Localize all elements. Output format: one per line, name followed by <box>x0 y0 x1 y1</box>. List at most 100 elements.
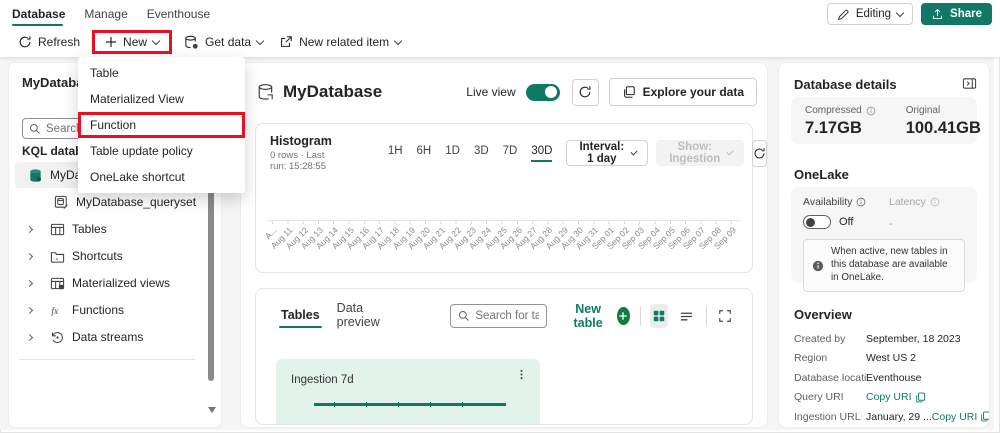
table-search-input[interactable] <box>475 310 540 322</box>
add-table-icon <box>616 307 630 325</box>
sidebar-item-label: Data streams <box>72 330 144 344</box>
copy-uri-link[interactable]: Copy URI <box>932 411 989 423</box>
chevron-right-icon[interactable] <box>25 333 34 341</box>
sidebar-item-data-streams[interactable]: Data streams <box>15 324 207 350</box>
collapse-panel-icon[interactable] <box>962 76 977 91</box>
tab-manage[interactable]: Manage <box>84 0 127 27</box>
fullscreen-button[interactable] <box>716 304 734 328</box>
availability-toggle[interactable] <box>803 215 831 229</box>
new-related-item-button[interactable]: New related item <box>271 30 409 54</box>
divider <box>705 306 707 326</box>
overview-row-label: Created by <box>794 332 846 345</box>
new-button-highlight: New <box>92 30 173 54</box>
overview-row-label: Query URI <box>794 391 844 404</box>
explore-your-data-button[interactable]: Explore your data <box>608 78 757 106</box>
app-window: Database Manage Eventhouse Editing Share R… <box>0 0 1000 433</box>
histogram-title: Histogram <box>270 134 332 148</box>
database-icon <box>257 83 275 101</box>
time-range-selector: 1H 6H 1D 3D 7D 30D <box>388 145 553 162</box>
list-view-icon <box>679 309 694 324</box>
refresh-view-button[interactable] <box>571 78 599 106</box>
sidebar-item-materialized-views[interactable]: Materialized views <box>15 270 207 296</box>
toolbar: Refresh New Get data New related item <box>0 27 1000 57</box>
chevron-down-icon <box>393 36 403 45</box>
table-card-ingestion-7d[interactable]: Ingestion 7d <box>276 359 540 424</box>
range-1d[interactable]: 1D <box>445 145 460 162</box>
sidebar-scrollbar[interactable] <box>208 171 214 381</box>
info-icon <box>866 106 876 116</box>
sidebar-item-functions[interactable]: fx Functions <box>15 297 207 323</box>
menu-item-table[interactable]: Table <box>78 60 245 86</box>
chevron-right-icon[interactable] <box>25 279 34 287</box>
pencil-icon <box>837 8 850 21</box>
explore-data-icon <box>622 85 636 99</box>
overview-row-label: Ingestion URL <box>794 410 861 423</box>
chevron-down-icon <box>895 8 905 17</box>
chevron-right-icon[interactable] <box>25 225 34 233</box>
range-3d[interactable]: 3D <box>474 145 489 162</box>
more-options-icon[interactable] <box>515 368 528 381</box>
matviews-icon <box>49 276 65 291</box>
refresh-button[interactable]: Refresh <box>10 30 88 54</box>
overview-row-database-locati: Database locati...Eventhouse <box>794 368 979 388</box>
sidebar-item-shortcuts[interactable]: Shortcuts <box>15 243 207 269</box>
overview-row-label: Database locati... <box>794 371 866 384</box>
new-table-button[interactable]: New table <box>567 302 630 330</box>
copy-icon <box>980 411 989 422</box>
sidebar-item-label: Functions <box>72 303 125 317</box>
overview-row-caching-policy: Caching policy3,650 Days <box>794 427 979 428</box>
range-1h[interactable]: 1H <box>388 145 403 162</box>
live-view-toggle[interactable] <box>525 83 560 101</box>
editing-label: Editing <box>855 8 892 20</box>
tables-card: Tables Data preview New table <box>255 288 753 425</box>
interval-dropdown[interactable]: Interval: 1 day <box>566 140 649 166</box>
new-related-item-label: New related item <box>299 35 390 49</box>
range-30d[interactable]: 30D <box>531 145 553 162</box>
chevron-right-icon[interactable] <box>25 306 34 314</box>
menu-item-materialized-view[interactable]: Materialized View <box>78 86 245 112</box>
onelake-info-text: When active, new tables in this database… <box>831 246 948 283</box>
tab-tables[interactable]: Tables <box>279 308 322 332</box>
overview-row-created-by: Created by September, 18 2023 <box>794 329 979 349</box>
menu-item-table-update-policy[interactable]: Table update policy <box>78 138 245 164</box>
share-button[interactable]: Share <box>921 3 992 25</box>
explore-your-data-label: Explore your data <box>642 85 744 99</box>
overview-row-region: Region West US 2 <box>794 349 979 369</box>
histogram-refresh-button[interactable] <box>752 139 767 167</box>
get-data-button[interactable]: Get data <box>176 30 271 55</box>
overview-row-value: September, 18 2023 <box>866 332 961 345</box>
list-view-button[interactable] <box>678 304 696 328</box>
range-6h[interactable]: 6H <box>417 145 432 162</box>
menu-item-function[interactable]: Function <box>78 112 245 138</box>
histogram-subtitle: 0 rows · Last run: 15:28:55 <box>270 150 326 172</box>
database-details-panel: Database details Compressed 7.17GB Origi… <box>778 62 990 428</box>
overview-row-label: Region <box>794 352 828 365</box>
table-card-title: Ingestion 7d <box>291 374 354 386</box>
chevron-right-icon[interactable] <box>25 252 34 260</box>
tables-icon <box>49 222 65 237</box>
original-value: 100.41GB <box>905 119 981 137</box>
svg-text:fx: fx <box>51 305 59 316</box>
grid-view-button[interactable] <box>650 304 668 328</box>
tab-database[interactable]: Database <box>12 0 65 27</box>
editing-button[interactable]: Editing <box>826 3 914 25</box>
tab-eventhouse[interactable]: Eventhouse <box>147 0 210 27</box>
table-search[interactable] <box>450 304 548 328</box>
scroll-down-icon[interactable] <box>208 407 216 413</box>
queryset-icon <box>53 195 69 210</box>
new-button[interactable]: New <box>95 33 169 51</box>
info-filled-icon <box>812 248 824 285</box>
sidebar-item-tables[interactable]: Tables <box>15 216 207 242</box>
new-table-label: New table <box>573 302 603 330</box>
grid-view-icon <box>652 309 666 323</box>
tab-data-preview[interactable]: Data preview <box>335 301 393 339</box>
menu-item-onelake-shortcut[interactable]: OneLake shortcut <box>78 164 245 190</box>
show-label: Show: Ingestion <box>669 141 721 165</box>
availability-value: Off <box>839 216 854 228</box>
copy-uri-link[interactable]: Copy URI <box>866 391 926 403</box>
latency-label: Latency <box>889 196 926 208</box>
range-7d[interactable]: 7D <box>503 145 518 162</box>
compressed-block: Compressed 7.17GB <box>805 105 876 137</box>
chevron-down-icon <box>630 147 638 156</box>
compressed-value: 7.17GB <box>805 119 862 137</box>
